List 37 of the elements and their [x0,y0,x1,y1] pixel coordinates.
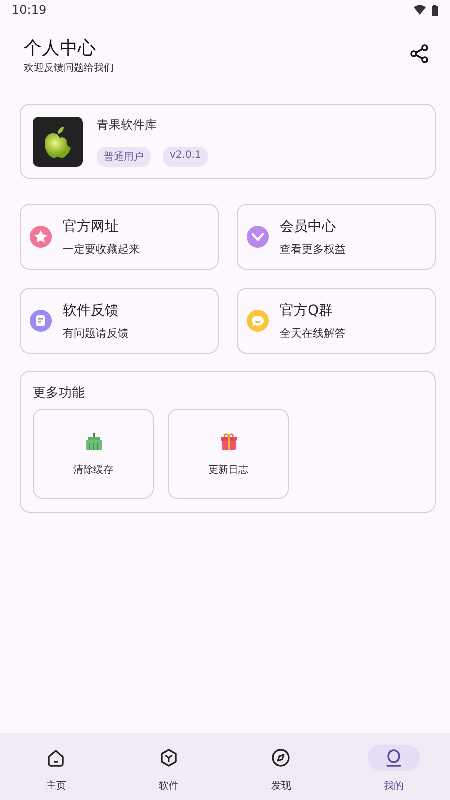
tool-tile[interactable]: 更新日志 [168,409,289,499]
card-subtitle: 有问题请反馈 [63,326,129,340]
app-logo [33,116,83,166]
nav-tab[interactable]: 发现 [225,733,338,800]
card-title: 软件反馈 [63,302,119,318]
compass-icon [271,748,292,768]
nav-tab[interactable]: 主页 [0,733,112,800]
gift-icon [218,432,238,452]
status-time: 10:19 [12,3,47,17]
shortcut-card[interactable]: 会员中心 查看更多权益 [237,204,436,270]
card-subtitle: 一定要收藏起来 [63,242,140,256]
share-icon[interactable] [410,44,430,64]
tool-tile[interactable]: 清除缓存 [33,409,154,499]
card-title: 会员中心 [280,218,336,234]
card-subtitle: 全天在线解答 [280,326,346,340]
page-subtitle: 欢迎反馈问题给我们 [24,62,114,75]
app-name: 青果软件库 [97,116,158,134]
nav-tab[interactable]: 我的 [338,733,450,800]
card-title: 官方网址 [63,218,119,234]
battery-icon [432,4,438,16]
shortcut-card[interactable]: 官方网址 一定要收藏起来 [20,204,219,270]
nav-tab[interactable]: 软件 [112,733,225,800]
shortcut-card[interactable]: 官方Q群 全天在线解答 [237,288,436,354]
card-title: 官方Q群 [280,302,334,318]
wifi-icon [414,5,426,15]
tag-label: 普通用户 [97,146,151,166]
tag-label: v2.0.1 [163,146,208,166]
section-title: 更多功能 [33,385,86,402]
shortcut-card[interactable]: 软件反馈 有问题请反馈 [20,288,219,354]
broom-icon [84,432,104,452]
note-icon [29,309,53,333]
card-subtitle: 查看更多权益 [280,242,346,256]
page-title: 个人中心 [24,37,97,60]
chat-bubble-icon [246,309,270,333]
user-icon [384,748,404,768]
cube-icon [158,748,179,768]
home-icon [46,748,66,768]
